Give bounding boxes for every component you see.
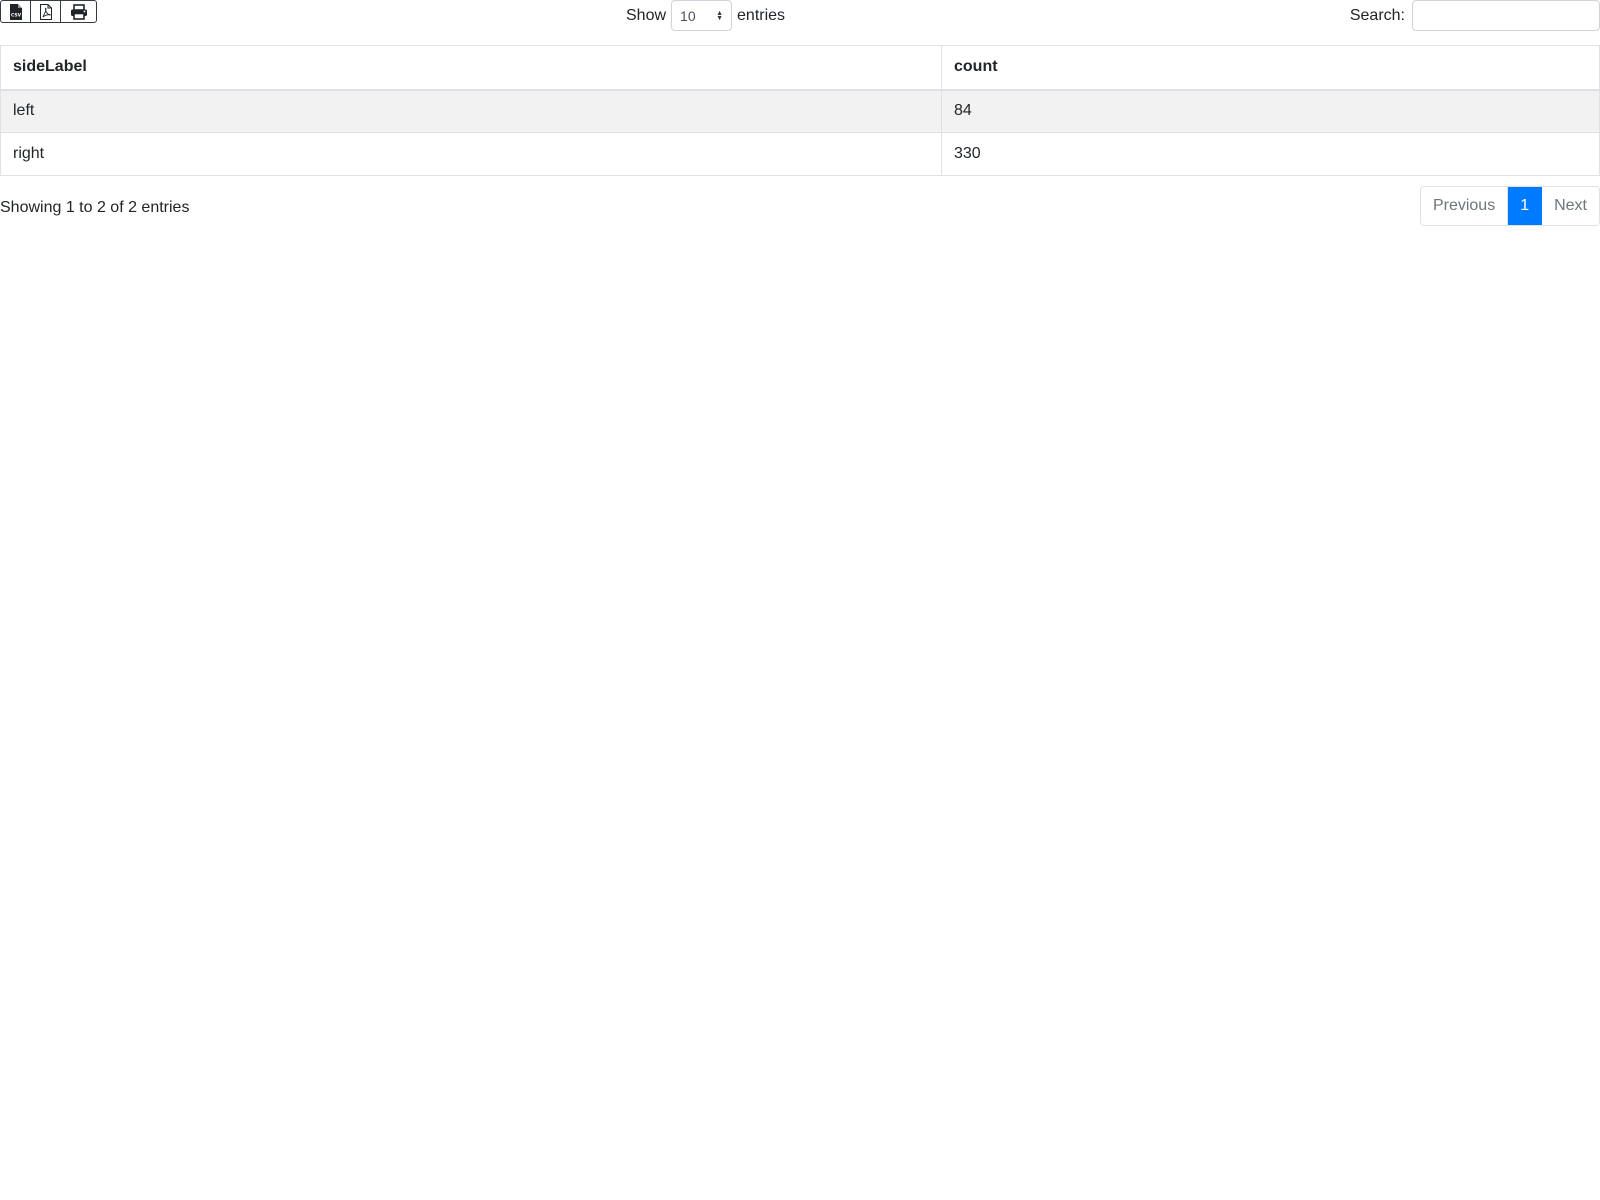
pdf-file-icon xyxy=(39,3,52,20)
table-cell: right xyxy=(0,132,942,176)
print-button[interactable] xyxy=(61,1,96,22)
search-control: Search: xyxy=(1350,0,1600,31)
svg-text:CSV: CSV xyxy=(10,12,21,18)
page-1-button[interactable]: 1 xyxy=(1508,187,1543,225)
data-table: sideLabel count left 84 right 330 xyxy=(0,45,1600,176)
entries-per-page-value: 10 xyxy=(680,7,696,24)
page: CSV Show 10 ▲ ▼ entries Search: sideLabe… xyxy=(0,0,1600,1200)
length-label-entries: entries xyxy=(737,6,786,24)
length-control: Show 10 ▲ ▼ entries xyxy=(626,0,785,31)
search-label: Search: xyxy=(1349,6,1405,24)
csv-file-icon: CSV xyxy=(9,3,22,20)
table-row: left 84 xyxy=(0,89,1600,133)
select-arrows-icon: ▲ ▼ xyxy=(716,9,724,22)
previous-page-button[interactable]: Previous xyxy=(1420,187,1509,225)
export-button-group: CSV xyxy=(0,0,97,23)
table-cell: 84 xyxy=(941,89,1600,133)
pagination: Previous 1 Next xyxy=(1419,186,1600,226)
column-header-count[interactable]: count xyxy=(941,45,1600,91)
table-cell: left xyxy=(0,89,942,133)
table-row: right 330 xyxy=(0,132,1600,176)
pdf-export-button[interactable] xyxy=(31,1,61,22)
table-header-row: sideLabel count xyxy=(0,45,1600,91)
search-input[interactable] xyxy=(1412,0,1600,31)
length-label-show: Show xyxy=(626,6,667,24)
table-info: Showing 1 to 2 of 2 entries xyxy=(0,199,190,216)
entries-per-page-select[interactable]: 10 ▲ ▼ xyxy=(671,0,733,31)
table-cell: 330 xyxy=(941,132,1600,176)
csv-export-button[interactable]: CSV xyxy=(1,1,31,22)
next-page-button[interactable]: Next xyxy=(1542,187,1599,225)
column-header-sidelabel[interactable]: sideLabel xyxy=(0,45,942,91)
printer-icon xyxy=(70,3,87,20)
